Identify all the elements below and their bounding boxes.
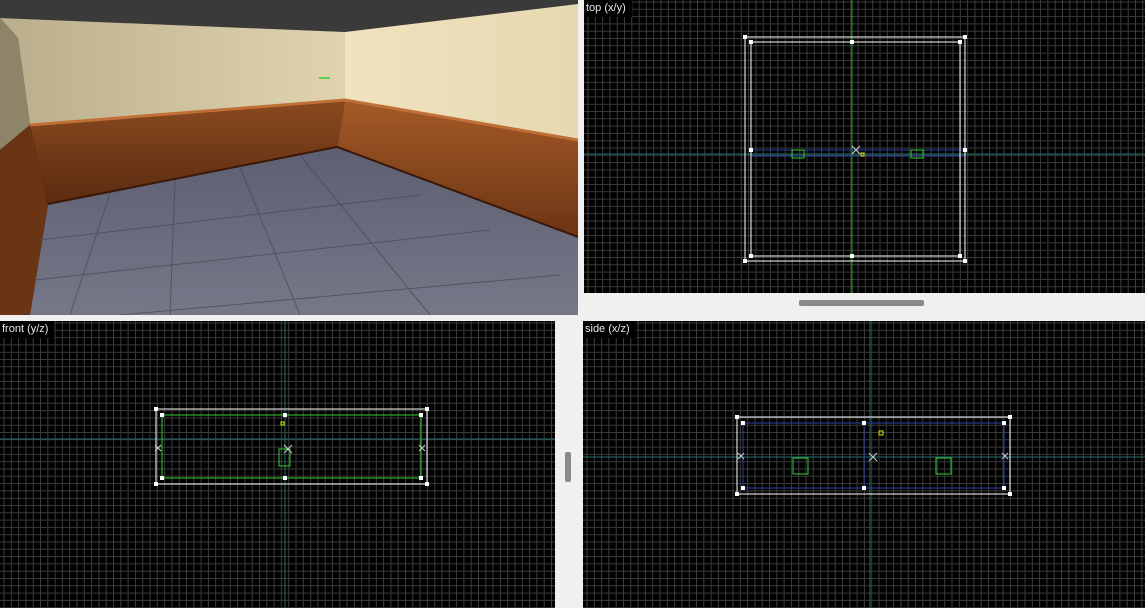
- vertex-handle[interactable]: [1002, 486, 1006, 490]
- side-grid-canvas[interactable]: [583, 321, 1145, 608]
- room-outer-brush[interactable]: [736, 416, 1011, 495]
- vertex-handle[interactable]: [743, 35, 747, 39]
- room-outer-brush[interactable]: [155, 408, 428, 485]
- camera-render: [0, 0, 578, 315]
- vertex-handle[interactable]: [749, 254, 753, 258]
- vertex-handle[interactable]: [419, 413, 423, 417]
- top-viewport-hscroll[interactable]: [799, 300, 924, 306]
- vertex-handle[interactable]: [862, 421, 866, 425]
- vertex-handle[interactable]: [850, 254, 854, 258]
- vertex-handle[interactable]: [283, 476, 287, 480]
- vertex-handle[interactable]: [1008, 492, 1012, 496]
- entity-origin-marker[interactable]: [280, 421, 285, 426]
- vertex-handle[interactable]: [419, 476, 423, 480]
- viewport-label-side[interactable]: side (x/z): [583, 321, 636, 338]
- front-viewport-vscroll[interactable]: [565, 452, 571, 482]
- grid-lines: [0, 321, 555, 608]
- vertex-handle[interactable]: [743, 259, 747, 263]
- vertex-handle[interactable]: [425, 407, 429, 411]
- vertex-handle[interactable]: [741, 421, 745, 425]
- vertex-handle[interactable]: [958, 254, 962, 258]
- top-viewport[interactable]: top (x/y): [584, 0, 1145, 293]
- vertex-handle[interactable]: [741, 486, 745, 490]
- vertex-handle[interactable]: [425, 482, 429, 486]
- viewport-label-top[interactable]: top (x/y): [584, 0, 632, 17]
- vertex-handle[interactable]: [862, 486, 866, 490]
- vertex-handle[interactable]: [160, 476, 164, 480]
- vertex-handle[interactable]: [963, 35, 967, 39]
- viewport-label-front[interactable]: front (y/z): [0, 321, 55, 338]
- vertex-handle[interactable]: [749, 40, 753, 44]
- entity-box[interactable]: [935, 457, 952, 475]
- side-viewport[interactable]: side (x/z): [583, 321, 1145, 608]
- top-grid-canvas[interactable]: [584, 0, 1145, 293]
- vertex-handle[interactable]: [1002, 421, 1006, 425]
- vertex-handle[interactable]: [963, 148, 967, 152]
- vertex-handle[interactable]: [735, 415, 739, 419]
- grid-lines: [584, 0, 1145, 293]
- vertex-handle[interactable]: [1008, 415, 1012, 419]
- vertex-handle[interactable]: [963, 259, 967, 263]
- vertex-handle[interactable]: [749, 148, 753, 152]
- vertex-handle[interactable]: [958, 40, 962, 44]
- vertex-handle[interactable]: [154, 482, 158, 486]
- vertex-handle[interactable]: [850, 40, 854, 44]
- camera-viewport[interactable]: [0, 0, 578, 315]
- front-viewport[interactable]: front (y/z): [0, 321, 555, 608]
- vertex-handle[interactable]: [735, 492, 739, 496]
- vertex-handle[interactable]: [160, 413, 164, 417]
- vertex-handle[interactable]: [154, 407, 158, 411]
- front-grid-canvas[interactable]: [0, 321, 555, 608]
- vertex-handle[interactable]: [283, 413, 287, 417]
